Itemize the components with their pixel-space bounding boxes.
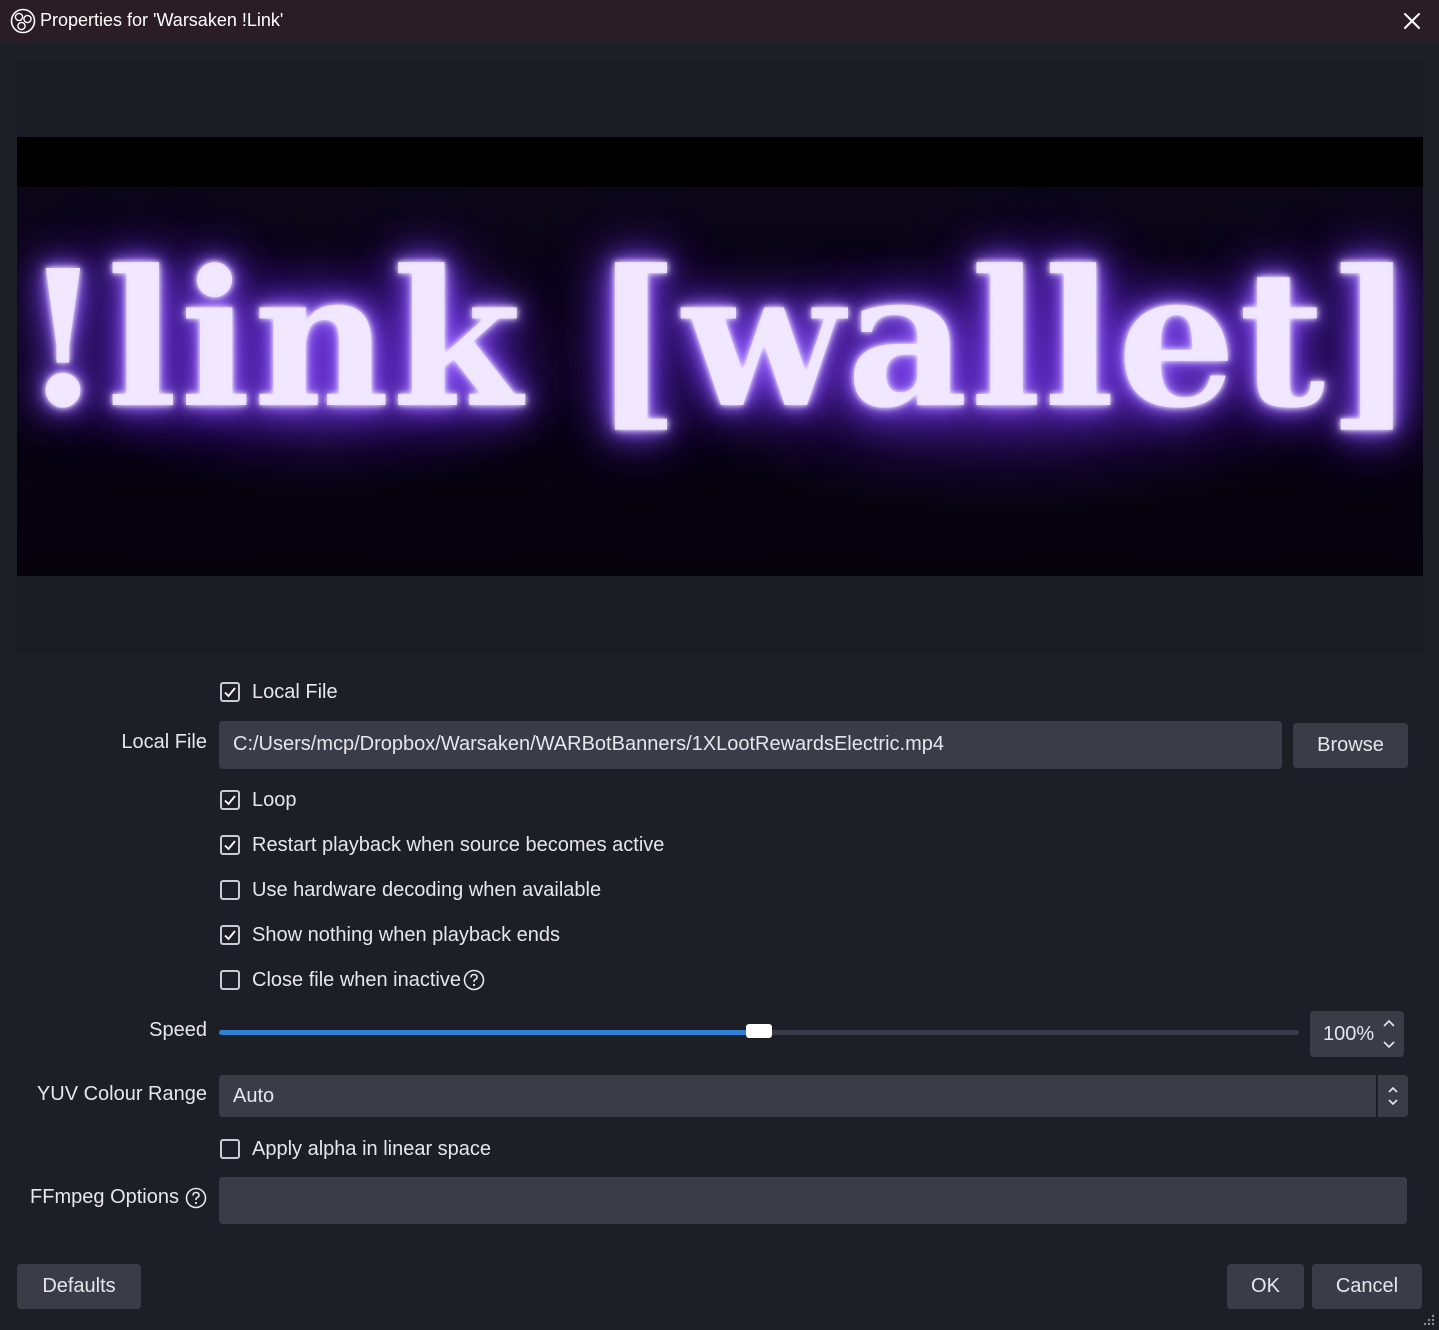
video-preview: !link [wallet] (17, 137, 1423, 576)
yuv-selected-value: Auto (233, 1085, 275, 1107)
chevron-updown-icon[interactable] (1386, 1083, 1400, 1109)
check-icon (224, 687, 236, 698)
checkbox-box[interactable] (220, 970, 240, 990)
local-file-path-field[interactable]: C:/Users/mcp/Dropbox/Warsaken/WARBotBann… (219, 721, 1282, 769)
close-file-inactive-label: Close file when inactive (252, 968, 461, 991)
help-icon[interactable] (463, 969, 485, 991)
checkbox-box[interactable] (220, 880, 240, 900)
check-icon (224, 795, 236, 806)
checkbox-box[interactable] (220, 925, 240, 945)
restart-playback-label: Restart playback when source becomes act… (252, 833, 665, 856)
apply-alpha-label: Apply alpha in linear space (252, 1137, 492, 1160)
preview-area: !link [wallet] (17, 60, 1423, 653)
speed-label: Speed (149, 1019, 207, 1041)
ffmpeg-options-input[interactable] (219, 1177, 1407, 1224)
hardware-decoding-label: Use hardware decoding when available (252, 878, 602, 901)
checkbox-box[interactable] (220, 835, 240, 855)
loop-label: Loop (252, 788, 297, 811)
speed-slider-fill (219, 1030, 759, 1035)
local-file-checkbox-label: Local File (252, 680, 338, 703)
local-file-checkbox[interactable]: Local File (220, 679, 338, 705)
spin-arrows-icon[interactable] (1382, 1017, 1396, 1051)
browse-button[interactable]: Browse (1293, 723, 1408, 768)
speed-spinbox[interactable]: 100% (1310, 1011, 1404, 1057)
checkbox-box[interactable] (220, 1139, 240, 1159)
help-icon[interactable] (185, 1187, 207, 1209)
speed-slider-handle[interactable] (746, 1024, 772, 1038)
close-icon[interactable] (1399, 8, 1425, 34)
yuv-colour-range-label: YUV Colour Range (36, 1083, 207, 1105)
cancel-button[interactable]: Cancel (1312, 1264, 1422, 1309)
loop-checkbox[interactable]: Loop (220, 787, 297, 813)
close-file-inactive-checkbox[interactable]: Close file when inactive (220, 967, 485, 993)
ffmpeg-options-label-group: FFmpeg Options (30, 1186, 207, 1209)
resize-grip-icon[interactable] (1421, 1312, 1435, 1326)
yuv-colour-range-select[interactable]: Auto (219, 1075, 1408, 1117)
hardware-decoding-checkbox[interactable]: Use hardware decoding when available (220, 877, 601, 903)
video-banner-text: !link [wallet] (21, 229, 1419, 450)
show-nothing-checkbox[interactable]: Show nothing when playback ends (220, 922, 560, 948)
show-nothing-label: Show nothing when playback ends (252, 923, 560, 946)
apply-alpha-checkbox[interactable]: Apply alpha in linear space (220, 1136, 491, 1162)
local-file-path-value: C:/Users/mcp/Dropbox/Warsaken/WARBotBann… (233, 733, 944, 755)
speed-value: 100% (1323, 1023, 1375, 1045)
restart-playback-checkbox[interactable]: Restart playback when source becomes act… (220, 832, 664, 858)
check-icon (224, 930, 236, 941)
checkbox-box[interactable] (220, 682, 240, 702)
obs-icon (10, 8, 36, 34)
ffmpeg-options-label: FFmpeg Options (30, 1186, 179, 1208)
select-divider (1376, 1075, 1378, 1117)
ok-button[interactable]: OK (1227, 1264, 1304, 1309)
local-file-label: Local File (121, 731, 207, 753)
checkbox-box[interactable] (220, 790, 240, 810)
defaults-button[interactable]: Defaults (17, 1264, 141, 1309)
speed-slider[interactable] (219, 1024, 1299, 1038)
window-title: Properties for 'Warsaken !Link' (40, 10, 284, 30)
title-bar: Properties for 'Warsaken !Link' (0, 0, 1439, 42)
check-icon (224, 840, 236, 851)
